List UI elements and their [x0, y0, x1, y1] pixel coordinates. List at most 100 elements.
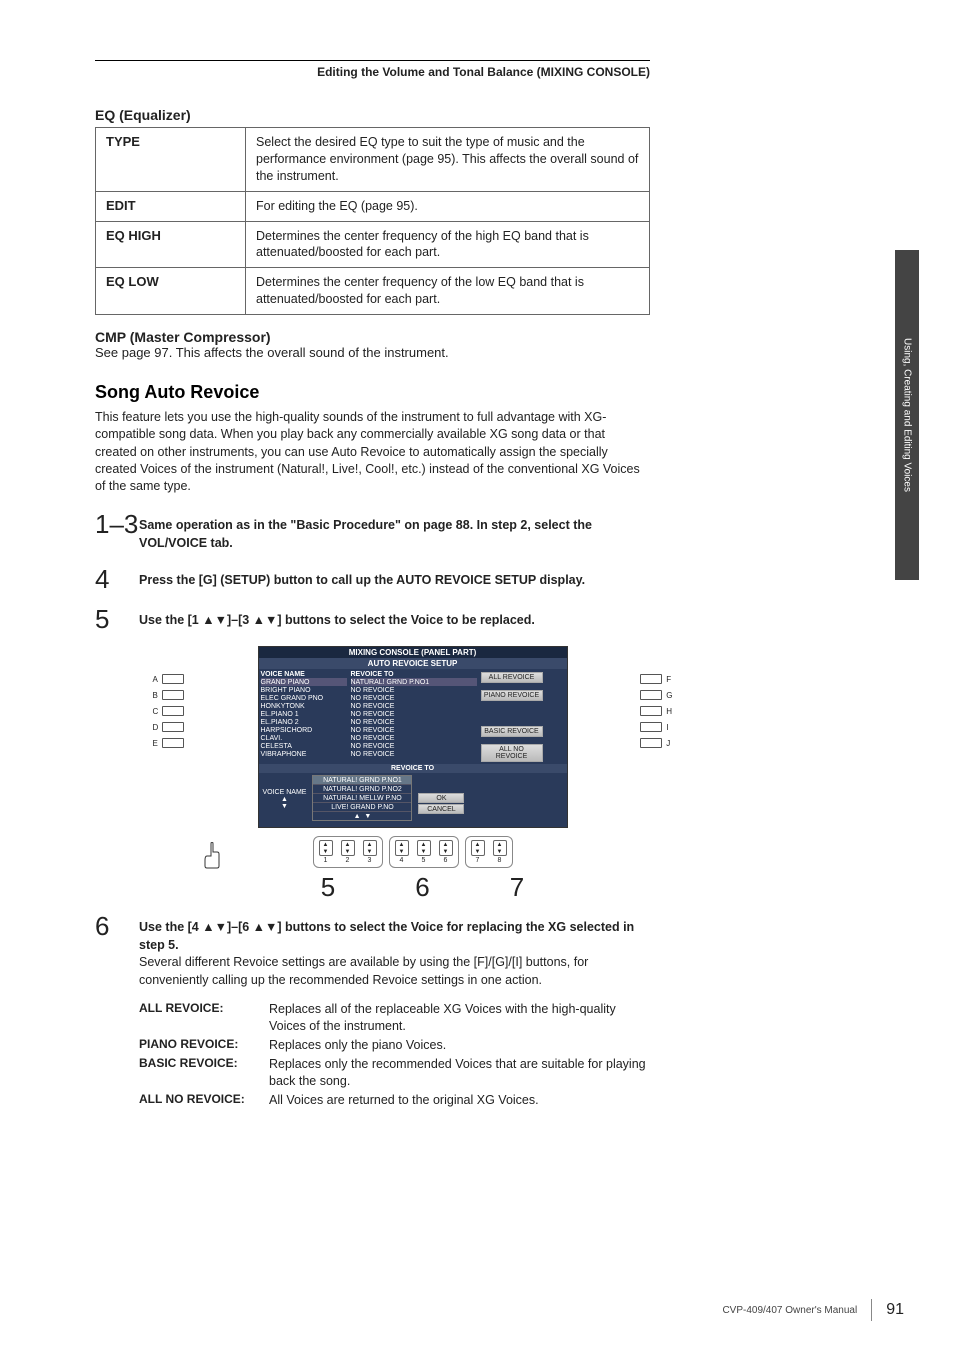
manual-name: CVP-409/407 Owner's Manual [722, 1305, 857, 1316]
updown-6[interactable]: ▲▼ [439, 840, 453, 856]
def-term: PIANO REVOICE: [139, 1037, 269, 1054]
illustration: A B C D E F G H I J MIXING CONSOLE (PANE… [175, 646, 650, 903]
revoice-row: NO REVOICE [351, 686, 477, 694]
updown-7[interactable]: ▲▼ [471, 840, 485, 856]
def-desc: Replaces only the piano Voices. [269, 1037, 446, 1054]
panel-btn-label: G [666, 691, 672, 700]
step-number: 6 [95, 913, 139, 1108]
voice-row: HARPSICHORD [261, 726, 347, 734]
panel-button-h[interactable] [640, 706, 662, 716]
side-tab: Using, Creating and Editing Voices [895, 250, 919, 950]
voice-row: VIBRAPHONE [261, 750, 347, 758]
ok-button[interactable]: OK [418, 793, 464, 803]
param-desc: Select the desired EQ type to suit the t… [246, 128, 650, 192]
btn-num: 2 [346, 857, 350, 864]
up-down-arrows-icon: ▲ ▼ [313, 812, 411, 820]
panel-btn-label: B [153, 691, 158, 700]
cmp-title: CMP (Master Compressor) [95, 329, 271, 345]
updown-1[interactable]: ▲▼ [319, 840, 333, 856]
updown-5[interactable]: ▲▼ [417, 840, 431, 856]
section-title: Song Auto Revoice [95, 382, 650, 403]
option-row: NATURAL! MELLW P.NO [313, 794, 411, 803]
voice-row: EL.PIANO 1 [261, 710, 347, 718]
eq-heading: EQ (Equalizer) [95, 107, 650, 123]
revoice-def: BASIC REVOICE: Replaces only the recomme… [139, 1056, 650, 1090]
voice-row: GRAND PIANO [261, 678, 347, 686]
btn-num: 7 [476, 857, 480, 864]
voice-row: ELEC GRAND PNO [261, 694, 347, 702]
revoice-row: NATURAL! GRND P.NO1 [351, 678, 477, 686]
piano-revoice-button[interactable]: PIANO REVOICE [481, 690, 543, 701]
panel-btn-label: H [666, 707, 672, 716]
def-term: ALL REVOICE: [139, 1001, 269, 1035]
basic-revoice-button[interactable]: BASIC REVOICE [481, 726, 543, 737]
panel-button-a[interactable] [162, 674, 184, 684]
updown-4[interactable]: ▲▼ [395, 840, 409, 856]
panel-button-e[interactable] [162, 738, 184, 748]
table-row: EQ HIGH Determines the center frequency … [96, 221, 650, 268]
panel-button-i[interactable] [640, 722, 662, 732]
panel-btn-label: F [666, 675, 671, 684]
step-text-bold: Use the [4 ▲▼]–[6 ▲▼] buttons to select … [139, 919, 650, 954]
col-header: REVOICE TO [351, 670, 477, 678]
cancel-button[interactable]: CANCEL [418, 804, 464, 814]
revoice-row: NO REVOICE [351, 702, 477, 710]
panel-button-g[interactable] [640, 690, 662, 700]
screen-title: MIXING CONSOLE (PANEL PART) [259, 647, 567, 658]
callout-6: 6 [415, 872, 429, 903]
step-4: 4 Press the [G] (SETUP) button to call u… [95, 566, 650, 592]
revoice-row: NO REVOICE [351, 718, 477, 726]
updown-3[interactable]: ▲▼ [363, 840, 377, 856]
panel-btn-label: A [153, 675, 158, 684]
param-desc: Determines the center frequency of the h… [246, 221, 650, 268]
btn-num: 6 [444, 857, 448, 864]
btn-num: 5 [422, 857, 426, 864]
revoice-row: NO REVOICE [351, 694, 477, 702]
param-label: TYPE [96, 128, 246, 192]
revoice-row: NO REVOICE [351, 734, 477, 742]
voice-row: HONKYTONK [261, 702, 347, 710]
revoice-to-bar: REVOICE TO [259, 764, 567, 773]
table-row: EDIT For editing the EQ (page 95). [96, 191, 650, 221]
screen-subtitle: AUTO REVOICE SETUP [259, 658, 567, 669]
step-text: Use the [1 ▲▼]–[3 ▲▼] buttons to select … [139, 612, 650, 630]
header-rule: Editing the Volume and Tonal Balance (MI… [95, 60, 650, 79]
voice-name-text: VOICE NAME [263, 789, 307, 796]
eq-table: TYPE Select the desired EQ type to suit … [95, 127, 650, 315]
callout-5: 5 [321, 872, 335, 903]
param-desc: For editing the EQ (page 95). [246, 191, 650, 221]
revoice-row: NO REVOICE [351, 742, 477, 750]
updown-8[interactable]: ▲▼ [493, 840, 507, 856]
updown-2[interactable]: ▲▼ [341, 840, 355, 856]
tab-label: Using, Creating and Editing Voices [902, 338, 913, 492]
btn-num: 4 [400, 857, 404, 864]
panel-button-f[interactable] [640, 674, 662, 684]
lcd-screen: MIXING CONSOLE (PANEL PART) AUTO REVOICE… [258, 646, 568, 828]
step-number: 5 [95, 606, 139, 632]
all-revoice-button[interactable]: ALL REVOICE [481, 672, 543, 683]
step-5: 5 Use the [1 ▲▼]–[3 ▲▼] buttons to selec… [95, 606, 650, 632]
pointing-hand-icon [199, 842, 223, 870]
btn-num: 3 [368, 857, 372, 864]
panel-button-j[interactable] [640, 738, 662, 748]
voice-name-label: VOICE NAME ▲▼ [263, 789, 307, 810]
panel-btn-label: C [153, 707, 159, 716]
param-label: EDIT [96, 191, 246, 221]
voice-row: CLAVI. [261, 734, 347, 742]
panel-button-c[interactable] [162, 706, 184, 716]
panel-button-d[interactable] [162, 722, 184, 732]
panel-buttons-left: A B C D E [153, 674, 185, 754]
panel-btn-label: D [153, 723, 159, 732]
panel-btn-label: E [153, 739, 158, 748]
footer: CVP-409/407 Owner's Manual 91 [722, 1299, 904, 1321]
table-row: EQ LOW Determines the center frequency o… [96, 268, 650, 315]
revoice-def: PIANO REVOICE: Replaces only the piano V… [139, 1037, 650, 1054]
step-text: Same operation as in the "Basic Procedur… [139, 517, 650, 552]
def-desc: All Voices are returned to the original … [269, 1092, 539, 1109]
panel-button-b[interactable] [162, 690, 184, 700]
option-row: NATURAL! GRND P.NO1 [313, 776, 411, 785]
all-no-revoice-button[interactable]: ALL NO REVOICE [481, 744, 543, 762]
callout-numbers: 5 6 7 [223, 872, 623, 903]
param-label: EQ HIGH [96, 221, 246, 268]
param-desc: Determines the center frequency of the l… [246, 268, 650, 315]
